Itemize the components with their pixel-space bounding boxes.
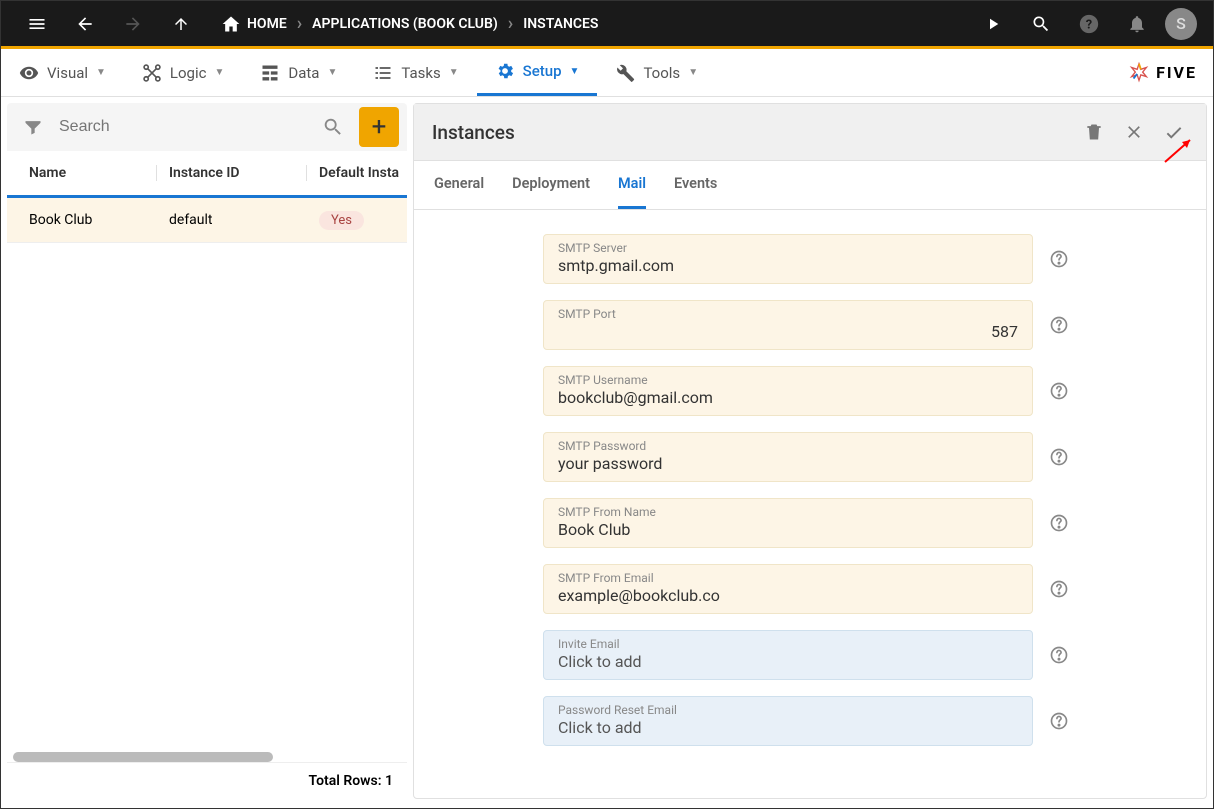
breadcrumb-home[interactable]: HOME [217, 14, 291, 34]
total-rows: Total Rows: 1 [7, 762, 407, 799]
menu-data[interactable]: Data▼ [242, 49, 355, 96]
cell-default: Yes [307, 212, 407, 228]
list-panel: + Name Instance ID Default Insta Book Cl… [7, 103, 407, 799]
breadcrumb-instances[interactable]: INSTANCES [519, 16, 602, 32]
field-smtp-port[interactable]: SMTP Port 587 [543, 300, 1033, 350]
field-smtp-username[interactable]: SMTP Username bookclub@gmail.com [543, 366, 1033, 416]
tab-deployment[interactable]: Deployment [512, 161, 590, 209]
bell-icon[interactable] [1117, 4, 1157, 44]
menu-setup[interactable]: Setup▼ [477, 49, 598, 96]
search-icon[interactable] [313, 116, 353, 138]
filter-icon[interactable] [15, 117, 51, 137]
help-icon[interactable] [1041, 381, 1077, 401]
up-icon[interactable] [161, 4, 201, 44]
play-icon[interactable] [973, 4, 1013, 44]
help-icon[interactable] [1041, 645, 1077, 665]
breadcrumb-applications[interactable]: APPLICATIONS (BOOK CLUB) [308, 16, 502, 32]
add-button[interactable]: + [359, 107, 399, 147]
hamburger-icon[interactable] [17, 4, 57, 44]
tab-events[interactable]: Events [674, 161, 717, 209]
search-global-icon[interactable] [1021, 4, 1061, 44]
col-instance-id[interactable]: Instance ID [157, 165, 307, 181]
menu-visual[interactable]: Visual▼ [1, 49, 124, 96]
col-default[interactable]: Default Insta [307, 165, 407, 181]
menu-bar: Visual▼ Logic▼ Data▼ Tasks▼ Setup▼ Tools… [1, 49, 1213, 97]
field-smtp-server[interactable]: SMTP Server smtp.gmail.com [543, 234, 1033, 284]
help-icon[interactable] [1041, 513, 1077, 533]
menu-tools[interactable]: Tools▼ [597, 49, 716, 96]
tab-general[interactable]: General [434, 161, 484, 209]
breadcrumb: HOME › APPLICATIONS (BOOK CLUB) › INSTAN… [217, 13, 602, 34]
field-smtp-password[interactable]: SMTP Password your password [543, 432, 1033, 482]
menu-tasks[interactable]: Tasks▼ [355, 49, 476, 96]
tab-mail[interactable]: Mail [618, 161, 646, 209]
trash-icon[interactable] [1080, 118, 1108, 146]
close-icon[interactable] [1120, 118, 1148, 146]
table-body [7, 243, 407, 762]
check-icon[interactable] [1160, 118, 1188, 146]
field-invite-email[interactable]: Invite Email Click to add [543, 630, 1033, 680]
top-bar: HOME › APPLICATIONS (BOOK CLUB) › INSTAN… [1, 1, 1213, 49]
search-input[interactable] [51, 110, 313, 144]
forward-icon [113, 4, 153, 44]
field-smtp-from-name[interactable]: SMTP From Name Book Club [543, 498, 1033, 548]
help-icon[interactable] [1041, 711, 1077, 731]
col-name[interactable]: Name [7, 165, 157, 181]
help-icon[interactable] [1041, 249, 1077, 269]
table-row[interactable]: Book Club default Yes [7, 198, 407, 243]
brand-logo: FIVE [1128, 62, 1197, 84]
panel-title: Instances [432, 121, 515, 144]
cell-name: Book Club [7, 212, 157, 228]
svg-text:?: ? [1086, 17, 1092, 32]
field-password-reset-email[interactable]: Password Reset Email Click to add [543, 696, 1033, 746]
help-icon[interactable] [1041, 315, 1077, 335]
back-icon[interactable] [65, 4, 105, 44]
cell-instance-id: default [157, 212, 307, 228]
chevron-right-icon: › [508, 13, 513, 34]
detail-panel: Instances General Deployment Mail E [413, 103, 1207, 799]
menu-logic[interactable]: Logic▼ [124, 49, 242, 96]
avatar[interactable]: S [1165, 8, 1197, 40]
table-header: Name Instance ID Default Insta [7, 151, 407, 198]
field-smtp-from-email[interactable]: SMTP From Email example@bookclub.co [543, 564, 1033, 614]
horizontal-scrollbar[interactable] [13, 752, 273, 762]
chevron-right-icon: › [297, 13, 302, 34]
help-icon[interactable] [1041, 447, 1077, 467]
help-icon[interactable] [1041, 579, 1077, 599]
help-icon[interactable]: ? [1069, 4, 1109, 44]
